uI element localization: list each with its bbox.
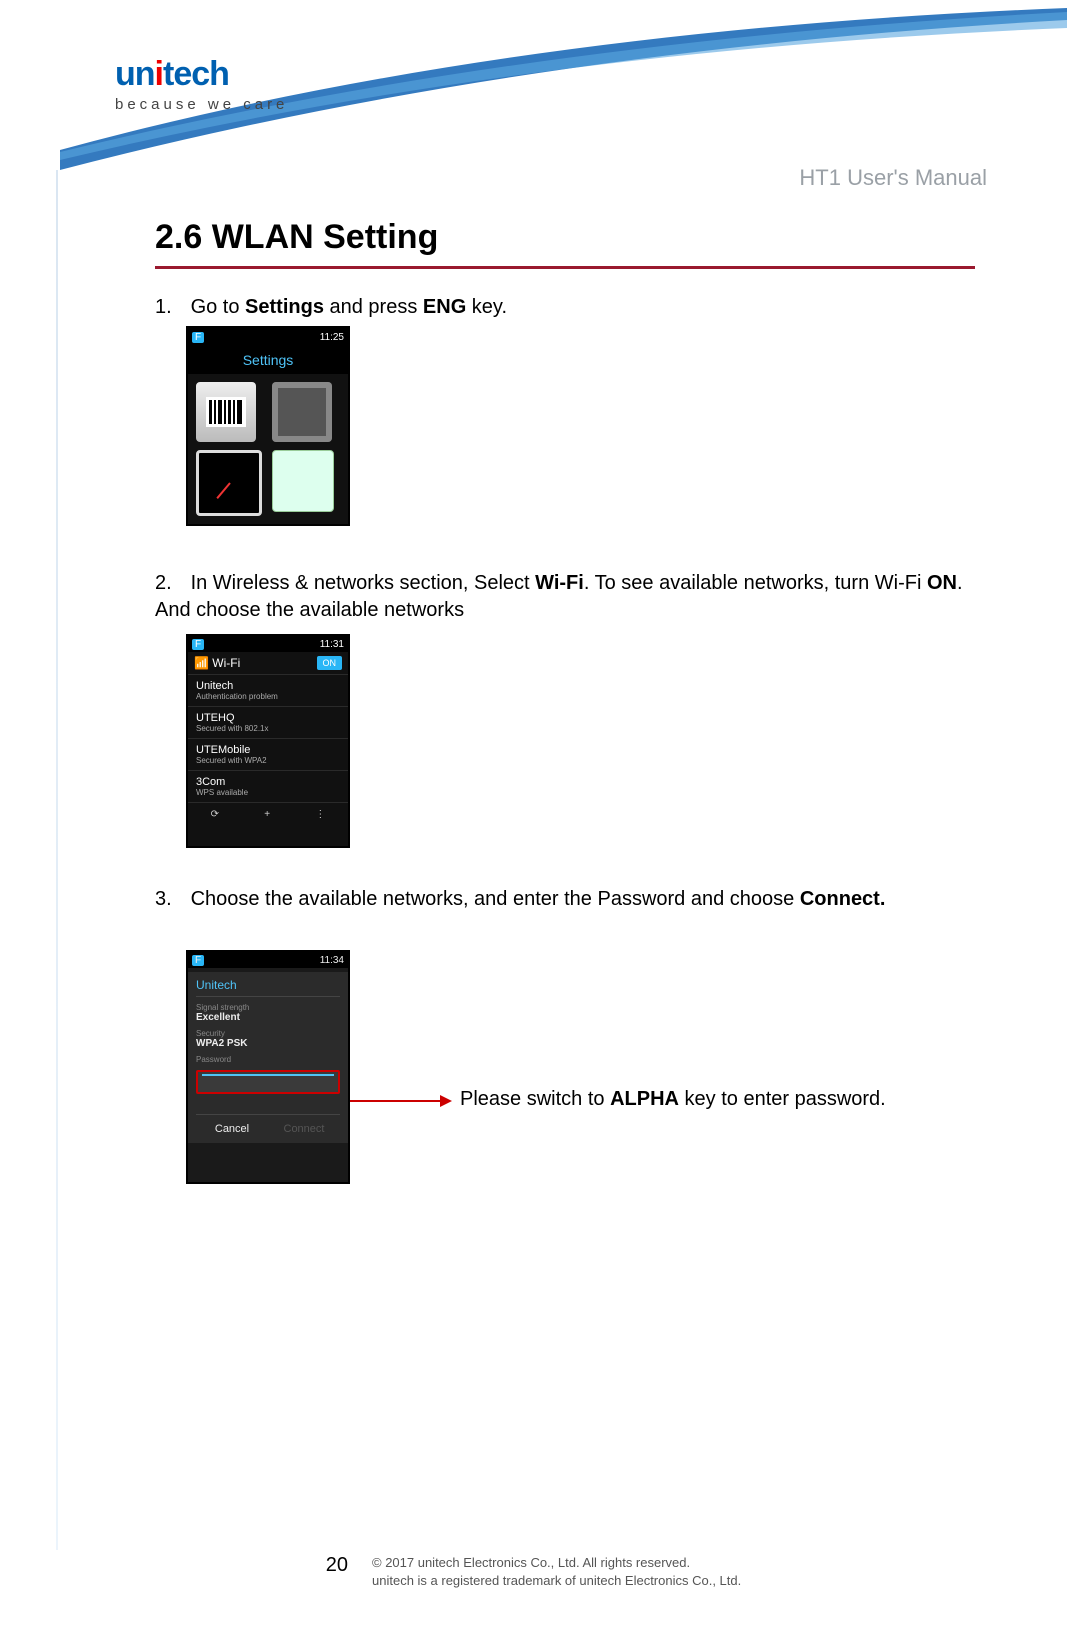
step-2-number: 2. [155,570,185,597]
mode-indicator-icon: F [192,639,204,650]
signal-strength-label: Signal strength [196,1003,340,1012]
gear-icon [272,382,332,442]
clock-text: 11:31 [320,639,344,650]
screenshot-wifi-connect-dialog: F 11:34 Unitech Signal strength Excellen… [186,950,350,1184]
network-row: 3ComWPS available [188,770,348,802]
screenshot-wifi-list: F 11:31 📶 Wi-Fi ON UnitechAuthentication… [186,634,350,848]
brand-tagline: because we care [115,96,288,113]
step-3: 3. Choose the available networks, and en… [155,886,975,913]
status-bar: F 11:25 [188,328,348,346]
password-label: Password [196,1055,340,1064]
wifi-bottom-bar: ⟳ + ⋮ [188,802,348,826]
mode-indicator-icon: F [192,332,204,343]
connect-button: Connect [268,1115,340,1143]
status-bar: F 11:34 [188,952,348,968]
connect-dialog: Unitech Signal strength Excellent Securi… [188,972,348,1143]
left-margin-line [56,170,58,1550]
clock-icon [196,450,262,516]
wifi-toggle: ON [317,656,343,670]
copyright-line-1: © 2017 unitech Electronics Co., Ltd. All… [372,1554,741,1572]
wifi-icon: 📶 [194,656,209,670]
status-bar: F 11:31 [188,636,348,652]
wps-icon: ⟳ [211,809,219,820]
security-label: Security [196,1029,340,1038]
cancel-button: Cancel [196,1115,268,1143]
add-network-icon: + [264,809,270,820]
brand-logo: unitech [115,55,229,94]
security-value: WPA2 PSK [196,1038,340,1049]
page-number: 20 [326,1554,348,1577]
clock-text: 11:34 [320,955,344,966]
logo-text-post: tech [163,55,229,93]
network-row: UTEHQSecured with 802.1x [188,706,348,738]
step-2: 2. In Wireless & networks section, Selec… [155,570,975,624]
wifi-title: 📶 Wi-Fi [194,656,240,670]
dialog-network-name: Unitech [196,978,340,997]
step-2-text: In Wireless & networks section, Select W… [155,572,963,621]
screenshot-settings-home: F 11:25 Settings [186,326,350,526]
step-3-text: Choose the available networks, and enter… [191,888,886,910]
mode-indicator-icon: F [192,955,204,966]
step-1: 1. Go to Settings and press ENG key. [155,294,975,321]
section-rule [155,266,975,269]
step-3-number: 3. [155,886,185,913]
page-footer: 20 © 2017 unitech Electronics Co., Ltd. … [0,1554,1067,1590]
network-row: UTEMobileSecured with WPA2 [188,738,348,770]
copyright-line-2: unitech is a registered trademark of uni… [372,1572,741,1590]
step-1-text: Go to Settings and press ENG key. [191,296,507,318]
signal-strength-value: Excellent [196,1012,340,1023]
network-row: UnitechAuthentication problem [188,674,348,706]
section-title: 2.6 WLAN Setting [155,218,438,257]
password-input-highlight [196,1070,340,1094]
clock-text: 11:25 [320,332,344,343]
wifi-header: 📶 Wi-Fi ON [188,652,348,674]
settings-label: Settings [188,346,348,374]
logo-dot: i [155,55,163,93]
more-icon: ⋮ [315,809,325,820]
callout-arrow [350,1100,450,1102]
callout-annotation: Please switch to ALPHA key to enter pass… [460,1088,886,1111]
logo-text-pre: un [115,55,155,93]
barcode-icon [196,382,256,442]
manual-title: HT1 User's Manual [799,165,987,191]
step-1-number: 1. [155,294,185,321]
calendar-icon [272,450,334,512]
copyright-block: © 2017 unitech Electronics Co., Ltd. All… [372,1554,741,1590]
